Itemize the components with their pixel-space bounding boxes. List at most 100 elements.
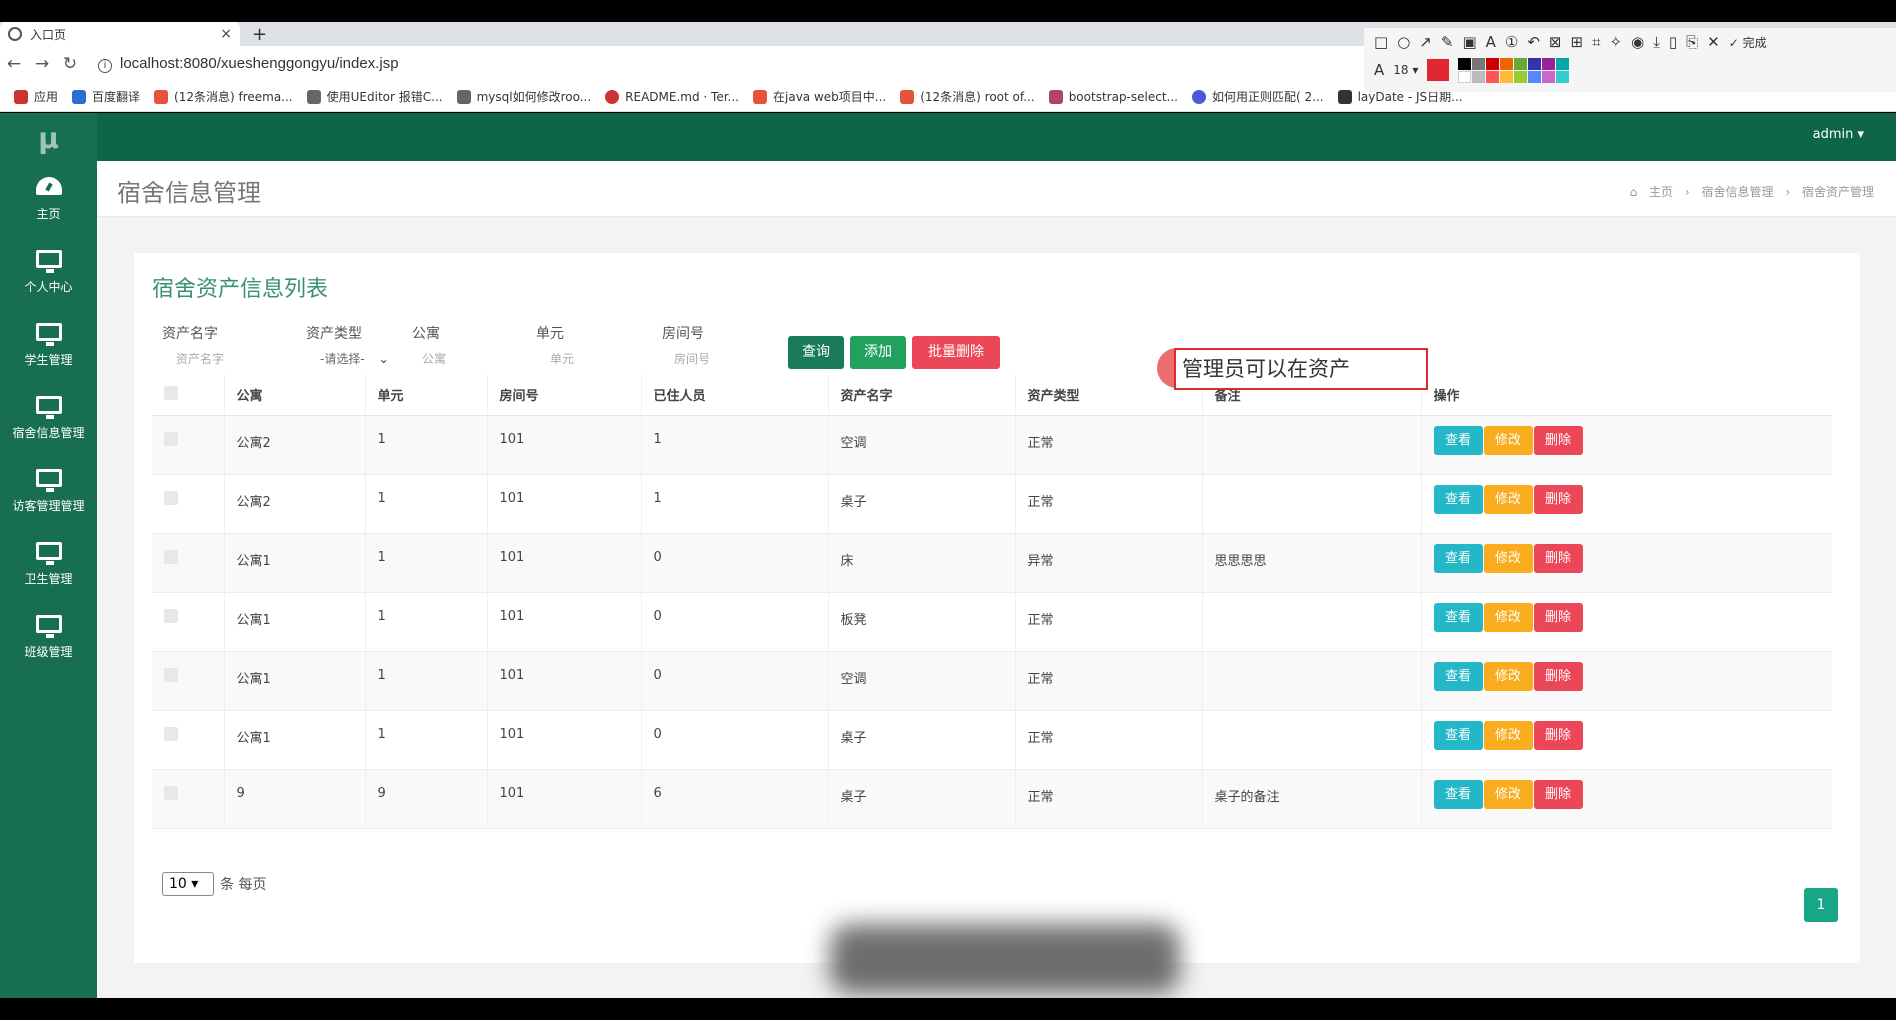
delete-button[interactable]: 删除 <box>1533 543 1583 573</box>
edit-button[interactable]: 修改 <box>1483 720 1533 750</box>
view-button[interactable]: 查看 <box>1433 720 1483 750</box>
edit-button[interactable]: 修改 <box>1483 484 1533 514</box>
sidebar-item-students[interactable]: 学生管理 <box>0 309 97 382</box>
bookmark-item[interactable]: 如何用正则匹配( 2... <box>1191 88 1324 105</box>
number-tool-icon[interactable]: ① <box>1505 33 1518 51</box>
back-icon[interactable]: ← <box>0 54 28 74</box>
unit-input[interactable]: 单元 <box>536 345 646 373</box>
row-checkbox[interactable] <box>152 710 224 770</box>
font-size-select[interactable]: 18 ▾ <box>1393 63 1418 77</box>
view-button[interactable]: 查看 <box>1433 425 1483 455</box>
bookmark-item[interactable]: bootstrap-select... <box>1048 89 1178 104</box>
rectangle-tool-icon[interactable]: □ <box>1374 33 1388 51</box>
bookmark-item[interactable]: (12条消息) root of... <box>900 88 1035 105</box>
bookmark-item[interactable]: (12条消息) freema... <box>154 88 293 105</box>
table-row: 公寓2 1 101 1 桌子 正常 查看 修改 删除 <box>152 474 1832 534</box>
ocr-icon[interactable]: ⊞ <box>1571 33 1584 51</box>
select-all-checkbox[interactable] <box>152 375 224 416</box>
delete-button[interactable]: 删除 <box>1533 779 1583 809</box>
monitor-icon <box>35 615 62 638</box>
cell: 101 <box>486 474 641 534</box>
done-button[interactable]: ✓ 完成 <box>1729 34 1767 51</box>
copy-icon[interactable]: ▯ <box>1669 33 1677 51</box>
delete-button[interactable]: 删除 <box>1533 720 1583 750</box>
forward-icon[interactable]: → <box>28 54 56 74</box>
view-button[interactable]: 查看 <box>1433 661 1483 691</box>
globe-icon <box>8 27 22 41</box>
actions-cell: 查看 修改 删除 <box>1420 415 1832 475</box>
sidebar-item-visitors[interactable]: 访客管理管理 <box>0 455 97 528</box>
save-icon[interactable]: ⎘ <box>1686 33 1698 51</box>
row-checkbox[interactable] <box>152 651 224 711</box>
annotation-text-box[interactable]: 管理员可以在资产 <box>1174 348 1428 390</box>
new-tab-icon[interactable]: + <box>252 24 267 45</box>
page-number-button[interactable]: 1 <box>1804 888 1838 922</box>
ellipse-tool-icon[interactable]: ○ <box>1397 33 1410 51</box>
row-checkbox[interactable] <box>152 415 224 475</box>
monitor-icon <box>35 542 62 565</box>
actions-cell: 查看 修改 删除 <box>1420 769 1832 829</box>
apartment-input[interactable]: 公寓 <box>408 345 518 373</box>
column-header: 公寓 <box>223 375 365 416</box>
edit-button[interactable]: 修改 <box>1483 425 1533 455</box>
delete-button[interactable]: 删除 <box>1533 425 1583 455</box>
cancel-icon[interactable]: ✕ <box>1707 33 1720 51</box>
breadcrumb-item[interactable]: 主页 <box>1649 185 1673 199</box>
color-palette[interactable] <box>1458 57 1570 83</box>
row-checkbox[interactable] <box>152 769 224 829</box>
room-input[interactable]: 房间号 <box>660 345 770 373</box>
sidebar-item-classes[interactable]: 班级管理 <box>0 601 97 674</box>
edit-button[interactable]: 修改 <box>1483 543 1533 573</box>
translate-icon[interactable]: ✧ <box>1610 33 1623 51</box>
url-field[interactable]: i localhost:8080/xueshenggongyu/index.jsp <box>98 55 399 73</box>
bookmark-item[interactable]: 百度翻译 <box>72 88 140 105</box>
row-checkbox[interactable] <box>152 533 224 593</box>
bookmark-item[interactable]: README.md · Ter... <box>605 89 739 104</box>
apps-icon <box>14 89 28 104</box>
edit-button[interactable]: 修改 <box>1483 661 1533 691</box>
bookmark-item[interactable]: mysql如何修改roo... <box>456 88 591 105</box>
browser-tab[interactable]: 入口页 × <box>0 22 240 46</box>
delete-button[interactable]: 删除 <box>1533 661 1583 691</box>
view-button[interactable]: 查看 <box>1433 602 1483 632</box>
sidebar-item-dorm[interactable]: 宿舍信息管理 <box>0 382 97 455</box>
cell: 0 <box>640 710 828 770</box>
bookmark-icon <box>1337 89 1352 104</box>
pen-tool-icon[interactable]: ✎ <box>1441 33 1454 51</box>
query-button[interactable]: 查询 <box>788 336 844 369</box>
sidebar-item-hygiene[interactable]: 卫生管理 <box>0 528 97 601</box>
bookmark-item[interactable]: 应用 <box>14 88 58 105</box>
view-button[interactable]: 查看 <box>1433 484 1483 514</box>
cell: 空调 <box>827 415 1015 475</box>
delete-button[interactable]: 删除 <box>1533 484 1583 514</box>
sidebar-item-home[interactable]: 主页 <box>0 163 97 236</box>
undo-icon[interactable]: ↶ <box>1527 33 1540 51</box>
add-button[interactable]: 添加 <box>850 336 906 369</box>
download-icon[interactable]: ⤓ <box>1653 33 1660 51</box>
asset-type-select[interactable]: -请选择- ⌄ <box>320 345 406 373</box>
batch-delete-button[interactable]: 批量删除 <box>912 336 1000 369</box>
page-size-select[interactable]: 10 ▾ <box>162 872 214 896</box>
bookmark-item[interactable]: 在java web项目中... <box>753 88 886 105</box>
user-menu[interactable]: admin ▾ <box>1813 127 1864 142</box>
mosaic-tool-icon[interactable]: ▣ <box>1462 33 1476 51</box>
edit-button[interactable]: 修改 <box>1483 602 1533 632</box>
record-icon[interactable]: ◉ <box>1631 33 1644 51</box>
reload-icon[interactable]: ↻ <box>56 54 84 74</box>
view-button[interactable]: 查看 <box>1433 543 1483 573</box>
breadcrumb-item[interactable]: 宿舍信息管理 <box>1702 185 1774 199</box>
bookmark-item[interactable]: 使用UEditor 报错C... <box>306 88 443 105</box>
crop-icon[interactable]: ⌗ <box>1592 33 1600 51</box>
sidebar-item-profile[interactable]: 个人中心 <box>0 236 97 309</box>
close-icon[interactable]: × <box>220 26 232 42</box>
delete-button[interactable]: 删除 <box>1533 602 1583 632</box>
view-button[interactable]: 查看 <box>1433 779 1483 809</box>
arrow-tool-icon[interactable]: ↗ <box>1419 33 1432 51</box>
text-tool-icon[interactable]: A <box>1486 33 1496 51</box>
row-checkbox[interactable] <box>152 592 224 652</box>
pin-icon[interactable]: ⊠ <box>1549 33 1562 51</box>
active-color-swatch[interactable] <box>1427 59 1450 81</box>
row-checkbox[interactable] <box>152 474 224 534</box>
edit-button[interactable]: 修改 <box>1483 779 1533 809</box>
asset-name-input[interactable]: 资产名字 <box>162 345 282 373</box>
